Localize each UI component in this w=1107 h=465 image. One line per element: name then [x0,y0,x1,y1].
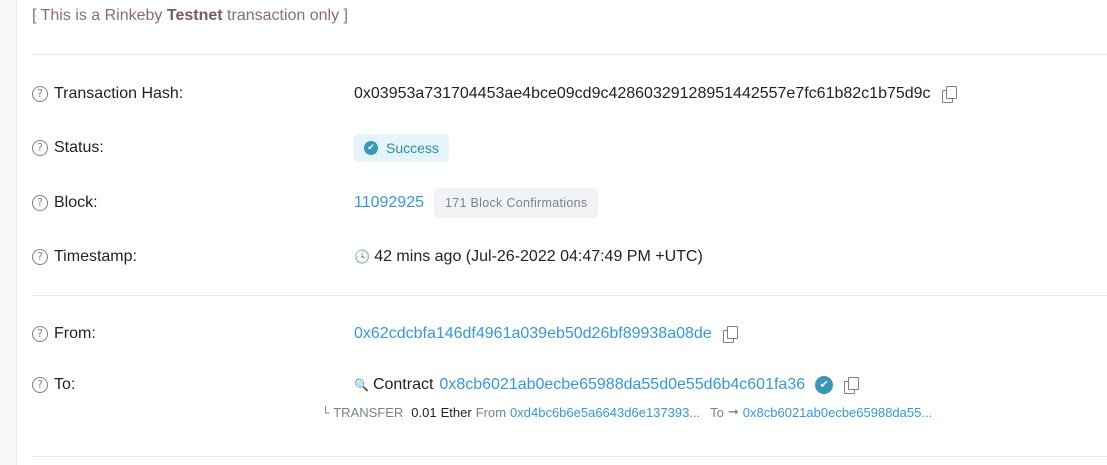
copy-icon[interactable] [843,377,860,394]
block-label: ? Block: [32,188,98,218]
copy-icon[interactable] [941,86,957,103]
from-row: ? From: 0x62cdcbfa146df4961a039eb50d26bf… [32,319,1107,349]
help-circle-icon[interactable]: ? [32,195,48,211]
transfer-from-label: From [475,405,507,420]
status-label: ? Status: [32,133,104,163]
left-panel-edge [0,0,17,465]
to-address-link[interactable]: 0x8cb6021ab0ecbe65988da55d0e55d6b4c601fa… [439,376,805,394]
banner-suffix: transaction only ] [222,7,348,24]
to-label: ? To: [32,370,75,400]
timestamp-value-wrap: 🕓 42 mins ago (Jul-26-2022 04:47:49 PM +… [354,242,703,272]
zoom-in-icon: 🔍 [354,378,369,392]
verified-check-icon: ✔ [815,376,834,394]
from-value-wrap: 0x62cdcbfa146df4961a039eb50d26bf89938a08… [354,319,738,349]
tx-hash-value-wrap: 0x03953a731704453ae4bce09cd9c42860329128… [354,79,957,109]
transfer-to-address-link[interactable]: 0x8cb6021ab0ecbe65988da55... [743,405,932,420]
from-label: ? From: [32,319,96,349]
status-value-wrap: ✔ Success [354,133,449,163]
check-circle-icon: ✔ [364,141,378,155]
timestamp-row: ? Timestamp: 🕓 42 mins ago (Jul-26-2022 … [32,242,1107,272]
to-label-text: To: [54,376,76,393]
transfer-to-label: To [710,405,724,420]
help-circle-icon[interactable]: ? [32,377,48,393]
tx-hash-label-text: Transaction Hash: [54,85,184,102]
block-number-link[interactable]: 11092925 [354,194,424,212]
testnet-banner: [ This is a Rinkeby Testnet transaction … [32,7,348,25]
status-badge: ✔ Success [354,134,449,162]
block-row: ? Block: 11092925 171 Block Confirmation… [32,188,1107,218]
transfer-label: TRANSFER [333,405,404,420]
transfer-unit: Ether [440,405,472,420]
tree-branch-icon: └ [322,405,330,420]
timestamp-value: 42 mins ago (Jul-26-2022 04:47:49 PM +UT… [374,248,703,265]
help-circle-icon[interactable]: ? [32,86,48,102]
banner-testnet: Testnet [166,7,223,24]
status-row: ? Status: ✔ Success [32,133,1107,163]
from-label-text: From: [54,325,96,342]
block-value-wrap: 11092925 171 Block Confirmations [354,188,599,218]
to-row: ? To: 🔍 Contract 0x8cb6021ab0ecbe65988da… [32,370,1107,400]
help-circle-icon[interactable]: ? [32,140,48,156]
to-contract-prefix: Contract [372,376,434,393]
to-value-wrap: 🔍 Contract 0x8cb6021ab0ecbe65988da55d0e5… [354,370,860,400]
clock-icon: 🕓 [354,249,371,265]
block-label-text: Block: [54,194,98,211]
transfer-from-address-link[interactable]: 0xd4bc6b6e5a6643d6e137393... [510,405,700,420]
divider [32,456,1107,457]
help-circle-icon[interactable]: ? [32,249,48,265]
timestamp-label: ? Timestamp: [32,242,137,272]
tx-hash-row: ? Transaction Hash: 0x03953a731704453ae4… [32,79,1107,109]
status-text: Success [386,140,439,156]
copy-icon[interactable] [722,326,738,343]
block-confirmations-badge: 171 Block Confirmations [434,188,599,218]
banner-prefix: [ This is a Rinkeby [32,7,167,24]
help-circle-icon[interactable]: ? [32,326,48,342]
status-label-text: Status: [54,139,104,156]
tx-hash-value: 0x03953a731704453ae4bce09cd9c42860329128… [354,85,931,102]
timestamp-label-text: Timestamp: [54,248,137,265]
divider [32,54,1107,55]
arrow-right-icon: ➞ [727,405,739,420]
token-transfer-line: └ TRANSFER 0.01 Ether From 0xd4bc6b6e5a6… [322,405,932,420]
transfer-amount: 0.01 [411,405,437,420]
divider [32,295,1107,296]
from-address-link[interactable]: 0x62cdcbfa146df4961a039eb50d26bf89938a08… [354,325,712,343]
tx-hash-label: ? Transaction Hash: [32,79,183,109]
